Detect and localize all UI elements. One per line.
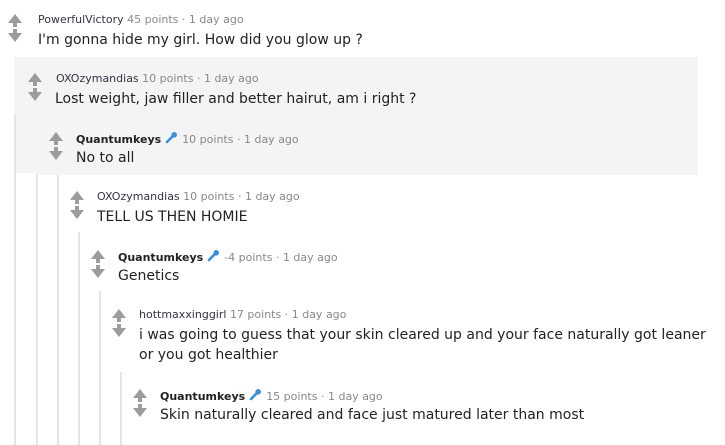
downvote-arrow-icon[interactable] (91, 269, 105, 278)
thread-bar-1[interactable] (14, 115, 16, 445)
comment-body: Genetics (118, 268, 180, 284)
comment-author[interactable]: hottmaxxinggirl (139, 308, 226, 321)
thread-bar-3[interactable] (57, 175, 59, 445)
comment-meta: hottmaxxinggirl 17 points · 1 day ago (139, 308, 346, 322)
comment-body: i was going to guess that your skin clea… (139, 325, 706, 365)
microphone-icon (207, 250, 220, 262)
comment-body: Lost weight, jaw filler and better hairu… (55, 91, 417, 107)
comment-body-line: i was going to guess that your skin clea… (139, 327, 706, 343)
downvote-arrow-icon[interactable] (70, 210, 84, 219)
comment-author[interactable]: Quantumkeys (160, 390, 245, 403)
meta-separator: · (284, 308, 289, 321)
comment-meta: OXOzymandias 10 points · 1 day ago (97, 190, 300, 204)
thread-bar-6[interactable] (120, 372, 122, 445)
comment-author[interactable]: OXOzymandias (97, 190, 180, 203)
comment-points: 10 points (142, 72, 194, 85)
upvote-stem (33, 81, 37, 86)
comment-author[interactable]: PowerfulVictory (38, 13, 124, 26)
comment-meta: OXOzymandias 10 points · 1 day ago (56, 72, 259, 86)
meta-separator: · (236, 133, 241, 146)
comment-points: 15 points (266, 390, 318, 403)
comment-meta: Quantumkeys 10 points · 1 day ago (76, 131, 299, 147)
downvote-arrow-icon[interactable] (8, 33, 22, 42)
upvote-stem (75, 199, 79, 204)
comment-time[interactable]: 1 day ago (283, 251, 338, 264)
comment-time[interactable]: 1 day ago (292, 308, 347, 321)
comment-meta: Quantumkeys 15 points · 1 day ago (160, 388, 383, 404)
downvote-arrow-icon[interactable] (133, 408, 147, 417)
meta-separator: · (196, 72, 201, 85)
comment-time[interactable]: 1 day ago (204, 72, 259, 85)
thread-bar-2[interactable] (36, 175, 38, 445)
comment-body: Skin naturally cleared and face just mat… (160, 407, 585, 423)
comment-time[interactable]: 1 day ago (328, 390, 383, 403)
upvote-stem (117, 317, 121, 322)
upvote-stem (54, 140, 58, 145)
comment-body: I'm gonna hide my girl. How did you glow… (38, 32, 363, 48)
downvote-arrow-icon[interactable] (28, 92, 42, 101)
comment-body: TELL US THEN HOMIE (97, 209, 248, 225)
meta-separator: · (320, 390, 325, 403)
comment-author[interactable]: Quantumkeys (76, 133, 161, 146)
comment-points: 10 points (183, 190, 235, 203)
comment-points: -4 points (224, 251, 273, 264)
upvote-stem (138, 397, 142, 402)
comment-time[interactable]: 1 day ago (245, 190, 300, 203)
meta-separator: · (181, 13, 186, 26)
thread-bar-4[interactable] (78, 232, 80, 445)
comment-points: 45 points (127, 13, 179, 26)
upvote-stem (13, 22, 17, 27)
comment-body-line: or you got healthier (139, 347, 278, 363)
upvote-stem (96, 258, 100, 263)
microphone-icon (249, 389, 262, 401)
comment-author[interactable]: OXOzymandias (56, 72, 139, 85)
downvote-arrow-icon[interactable] (49, 151, 63, 160)
comment-time[interactable]: 1 day ago (244, 133, 299, 146)
meta-separator: · (237, 190, 242, 203)
thread-bar-5[interactable] (99, 291, 101, 445)
microphone-icon (165, 132, 178, 144)
meta-separator: · (275, 251, 280, 264)
downvote-arrow-icon[interactable] (112, 328, 126, 337)
comment-time[interactable]: 1 day ago (189, 13, 244, 26)
comment-meta: PowerfulVictory 45 points · 1 day ago (38, 13, 244, 27)
comment-points: 17 points (229, 308, 282, 321)
comment-meta: Quantumkeys -4 points · 1 day ago (118, 249, 338, 265)
comment-body: No to all (76, 150, 135, 166)
comment-author[interactable]: Quantumkeys (118, 251, 203, 264)
comment-points: 10 points (182, 133, 234, 146)
